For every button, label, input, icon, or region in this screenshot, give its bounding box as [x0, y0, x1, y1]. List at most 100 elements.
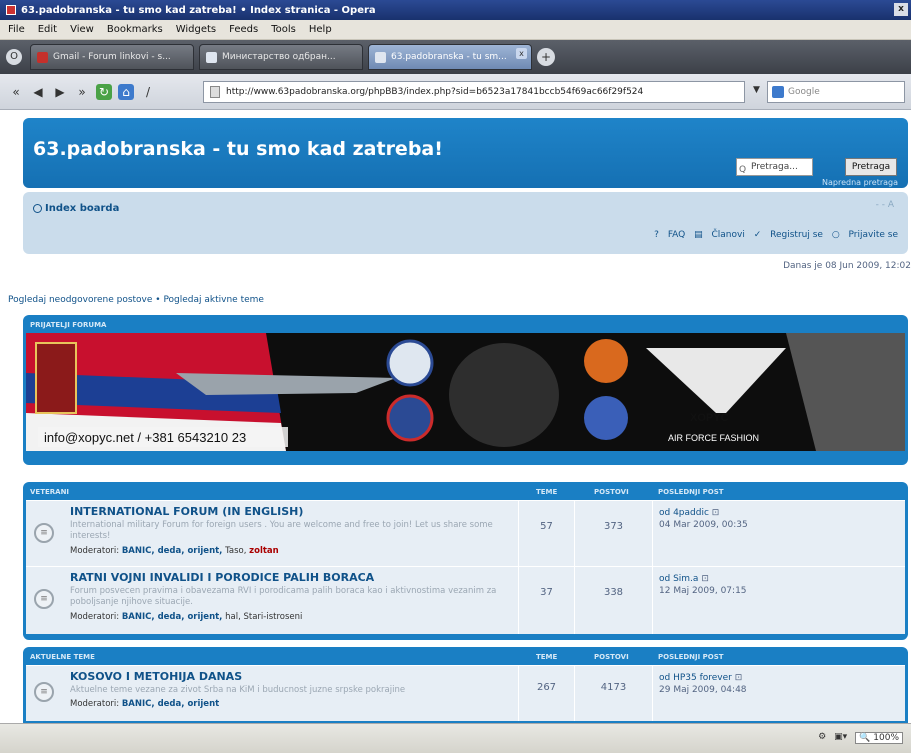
breadcrumb[interactable]: Index boarda — [33, 203, 119, 214]
google-icon — [772, 86, 784, 98]
turbo-icon[interactable]: ⚙ — [818, 732, 826, 744]
forum-read-icon: ≡ — [34, 682, 54, 702]
forum-read-icon: ≡ — [34, 589, 54, 609]
window-titlebar: 63.padobranska - tu smo kad zatreba! • I… — [0, 0, 911, 20]
category-title[interactable]: VETERANI — [30, 488, 69, 496]
moderator-links[interactable]: BANIC, deda, orijent, — [122, 546, 223, 556]
edit-icon[interactable]: / — [140, 84, 156, 100]
view-post-icon[interactable]: ⊡ — [712, 508, 720, 518]
column-last-post: POSLEDNJI POST — [658, 653, 724, 661]
menu-file[interactable]: File — [8, 24, 25, 35]
forward-icon[interactable]: ▶ — [52, 84, 68, 100]
advanced-search-link[interactable]: Napredna pretraga — [822, 178, 898, 187]
zoom-control[interactable]: 🔍 100% — [855, 732, 903, 744]
current-date: Danas je 08 Jun 2009, 12:02 — [783, 261, 911, 271]
new-tab-button[interactable]: + — [537, 48, 555, 66]
menu-feeds[interactable]: Feeds — [229, 24, 258, 35]
column-posts: POSTOVI — [594, 653, 629, 661]
column-topics: TEME — [536, 653, 558, 661]
forum-title[interactable]: RATNI VOJNI INVALIDI I PORODICE PALIH BO… — [70, 571, 374, 584]
last-post-author[interactable]: od Sim.a — [659, 574, 698, 584]
moderator-links[interactable]: BANIC, deda, orijent, — [122, 612, 223, 622]
last-post: od HP35 forever ⊡ 29 Maj 2009, 04:48 — [652, 666, 905, 721]
forum-title[interactable]: KOSOVO I METOHIJA DANAS — [70, 670, 242, 683]
tab-bar: O Gmail - Forum linkovi - s... Министарс… — [0, 40, 911, 74]
home-icon — [33, 203, 42, 213]
view-post-icon[interactable]: ⊡ — [701, 574, 709, 584]
fast-forward-icon[interactable]: » — [74, 84, 90, 100]
moderator-links-extra[interactable]: Taso, — [225, 546, 246, 556]
site-title[interactable]: 63.padobranska - tu smo kad zatreba! — [33, 138, 443, 160]
forum-row: ≡ KOSOVO I METOHIJA DANAS Aktuelne teme … — [26, 665, 905, 721]
register-link[interactable]: ✓ Registruj se — [754, 230, 823, 240]
search-engine-placeholder: Google — [788, 87, 820, 97]
site-header: 63.padobranska - tu smo kad zatreba! Q P… — [23, 118, 908, 188]
rewind-icon[interactable]: « — [8, 84, 24, 100]
last-post-date: 04 Mar 2009, 00:35 — [659, 520, 748, 530]
moderator-links-extra[interactable]: hal, Stari-istroseni — [225, 612, 302, 622]
font-size-control[interactable]: - - A — [876, 200, 894, 210]
sponsor-banner[interactable]: info@xopyc.net / +381 6543210 23 XOPYC A… — [26, 333, 905, 451]
category-title[interactable]: AKTUELNE TEME — [30, 653, 95, 661]
menu-help[interactable]: Help — [309, 24, 332, 35]
tab-gmail[interactable]: Gmail - Forum linkovi - s... — [30, 44, 194, 70]
breadcrumb-label: Index boarda — [45, 203, 120, 214]
members-label: Članovi — [711, 230, 745, 240]
login-link[interactable]: ○ Prijavite se — [832, 230, 898, 240]
faq-label: FAQ — [667, 230, 686, 240]
last-post-author[interactable]: od 4paddic — [659, 508, 709, 518]
search-engine-field[interactable]: Google — [767, 81, 905, 103]
search-button[interactable]: Pretraga — [845, 158, 897, 176]
status-bar: ⚙ ▣▾ 🔍 100% — [0, 723, 911, 753]
menu-tools[interactable]: Tools — [271, 24, 296, 35]
posts-count: 4173 — [574, 666, 652, 721]
reload-icon[interactable]: ↻ — [96, 83, 112, 100]
back-icon[interactable]: ◀ — [30, 84, 46, 100]
menu-edit[interactable]: Edit — [38, 24, 57, 35]
forum-moderators: Moderatori: BANIC, deda, orijent — [70, 699, 219, 709]
page-icon — [375, 51, 386, 63]
topics-count: 267 — [518, 666, 574, 721]
topics-count: 57 — [518, 501, 574, 566]
posts-count: 338 — [574, 567, 652, 634]
user-links: ? FAQ ▤ Članovi ✓ Registruj se ○ Prijavi… — [648, 230, 898, 240]
category-header: VETERANI TEME POSTOVI POSLEDNJI POST — [26, 485, 905, 500]
moderator-link-admin[interactable]: zoltan — [249, 546, 279, 556]
category-veterani: VETERANI TEME POSTOVI POSLEDNJI POST ≡ I… — [23, 482, 908, 640]
view-links[interactable]: Pogledaj neodgovorene postove • Pogledaj… — [8, 295, 264, 305]
close-tab-icon[interactable]: x — [516, 48, 527, 59]
navbar: Index boarda - - A ? FAQ ▤ Članovi ✓ Reg… — [23, 192, 908, 254]
window-close-button[interactable]: x — [894, 3, 908, 16]
category-aktuelne-teme: AKTUELNE TEME TEME POSTOVI POSLEDNJI POS… — [23, 647, 908, 723]
last-post: od 4paddic ⊡ 04 Mar 2009, 00:35 — [652, 501, 905, 566]
tab-label: 63.padobranska - tu sm... — [391, 52, 507, 62]
moderator-links[interactable]: BANIC, deda, orijent — [122, 699, 219, 709]
menu-view[interactable]: View — [70, 24, 94, 35]
forum-moderators: Moderatori: BANIC, deda, orijent, hal, S… — [70, 612, 302, 622]
view-mode-icon[interactable]: ▣▾ — [834, 732, 847, 744]
column-topics: TEME — [536, 488, 558, 496]
forum-title[interactable]: INTERNATIONAL FORUM (IN ENGLISH) — [70, 505, 303, 518]
members-link[interactable]: ▤ Članovi — [694, 230, 745, 240]
tab-forum[interactable]: 63.padobranska - tu sm... x — [368, 44, 532, 70]
menu-bookmarks[interactable]: Bookmarks — [107, 24, 163, 35]
zoom-level: 100% — [873, 733, 899, 743]
moderators-label: Moderatori: — [70, 612, 120, 622]
banner-brand: XOPYC — [690, 412, 729, 424]
last-post-author[interactable]: od HP35 forever — [659, 673, 732, 683]
view-post-icon[interactable]: ⊡ — [735, 673, 743, 683]
opera-icon — [6, 5, 16, 15]
home-icon[interactable]: ⌂ — [118, 83, 134, 100]
faq-link[interactable]: ? FAQ — [654, 230, 685, 240]
menu-widgets[interactable]: Widgets — [176, 24, 216, 35]
moderators-label: Moderatori: — [70, 699, 120, 709]
tab-label: Gmail - Forum linkovi - s... — [53, 52, 171, 62]
menu-bar: File Edit View Bookmarks Widgets Feeds T… — [0, 20, 911, 40]
address-dropdown-icon[interactable]: ▼ — [753, 85, 760, 95]
address-field[interactable]: http://www.63padobranska.org/phpBB3/inde… — [203, 81, 745, 103]
moderators-label: Moderatori: — [70, 546, 120, 556]
opera-menu-icon[interactable]: O — [6, 49, 22, 65]
category-header: PRIJATELJI FORUMA — [30, 321, 107, 329]
forum-search-input[interactable]: Q Pretraga... — [736, 158, 813, 176]
tab-ministry[interactable]: Министарство одбран... — [199, 44, 363, 70]
